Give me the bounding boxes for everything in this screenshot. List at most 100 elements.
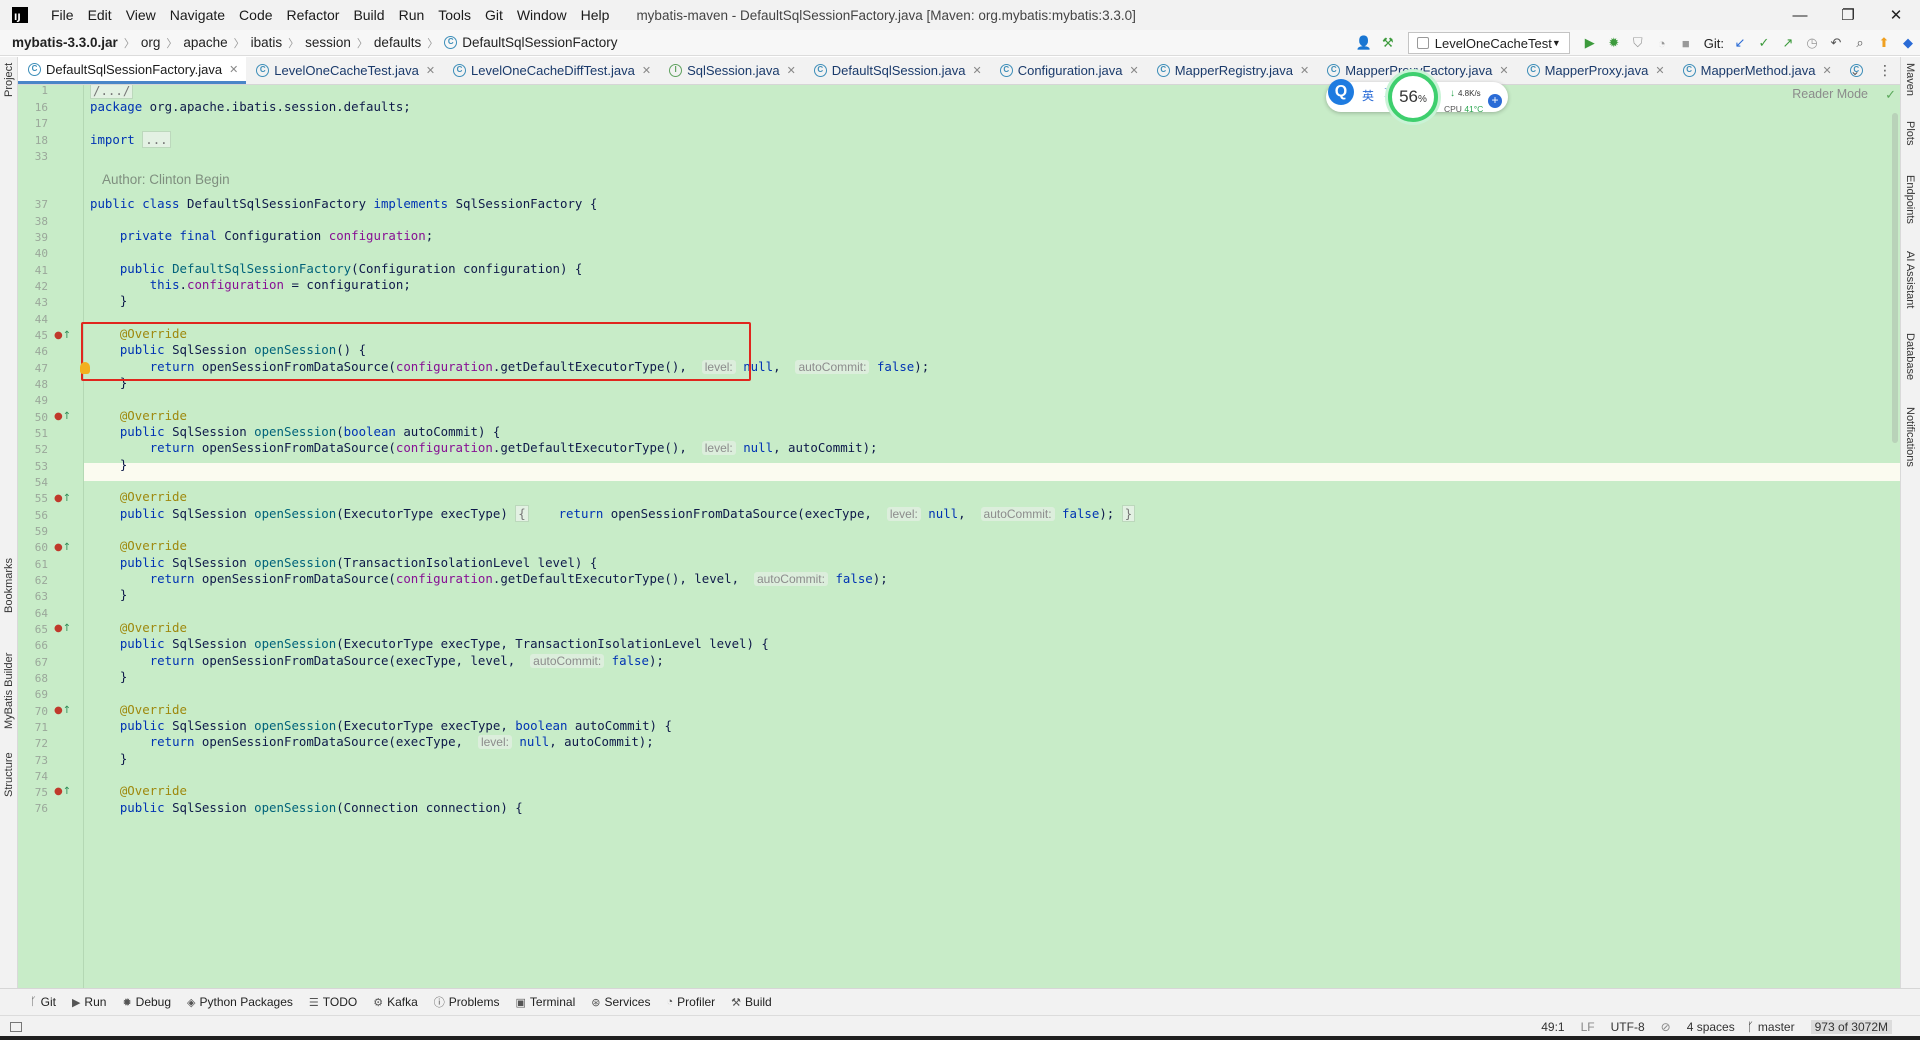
code-editor[interactable]: 1 16 17 18 33 37 38 39 40 41 42 43 44 45… (18, 85, 1900, 988)
run-icon[interactable]: ▶ (1578, 31, 1602, 55)
toolwindow-terminal[interactable]: ▣ Terminal (515, 995, 575, 1009)
profile-icon[interactable]: ◔ (1650, 31, 1674, 55)
debug-icon[interactable]: ✹ (1602, 31, 1626, 55)
hammer-build-icon[interactable]: ⚒ (1376, 31, 1400, 55)
user-icon[interactable]: 👤 (1352, 31, 1376, 55)
mybatis-builder-tool-button[interactable]: MyBatis Builder (3, 653, 15, 729)
git-commit-icon[interactable]: ✓ (1752, 31, 1776, 55)
breadcrumb-class[interactable]: DefaultSqlSessionFactory (462, 35, 617, 50)
search-icon[interactable]: ⌕ (1848, 31, 1872, 55)
close-icon[interactable]: ✕ (1130, 64, 1139, 77)
menu-view[interactable]: View (119, 0, 163, 30)
breadcrumb-defaults[interactable]: defaults (374, 35, 421, 50)
ime-language-label[interactable]: 英 (1362, 87, 1374, 104)
menu-build[interactable]: Build (346, 0, 391, 30)
override-marker-icon[interactable]: ●↑ (54, 493, 71, 504)
intention-bulb-icon[interactable] (80, 362, 90, 374)
indent-setting[interactable]: 4 spaces (1687, 1020, 1735, 1034)
memory-gauge[interactable]: 56% (1388, 72, 1438, 122)
close-icon[interactable]: ✕ (1655, 64, 1664, 77)
tab-leveloncachetest[interactable]: C LevelOneCacheTest.java ✕ (246, 57, 443, 84)
tab-mapperregistry[interactable]: C MapperRegistry.java ✕ (1147, 57, 1317, 84)
menu-help[interactable]: Help (574, 0, 617, 30)
menu-window[interactable]: Window (510, 0, 574, 30)
minimize-button[interactable]: — (1776, 0, 1824, 30)
breadcrumb-session[interactable]: session (305, 35, 351, 50)
toolwindow-kafka[interactable]: ⚙ Kafka (373, 995, 418, 1009)
git-push-icon[interactable]: ↗ (1776, 31, 1800, 55)
toolwindow-python-packages[interactable]: ◈ Python Packages (187, 995, 293, 1009)
history-icon[interactable]: ◷ (1800, 31, 1824, 55)
toolwindow-problems[interactable]: ⓘ Problems (434, 994, 500, 1010)
chevron-down-icon[interactable]: ⌄ (1850, 57, 1860, 84)
override-marker-icon[interactable]: ●↑ (54, 705, 71, 716)
menu-run[interactable]: Run (392, 0, 432, 30)
plugin-icon[interactable]: ◆ (1896, 31, 1920, 55)
toolwindow-services[interactable]: ⊛ Services (591, 995, 650, 1009)
tab-defaultsqlsession[interactable]: C DefaultSqlSession.java ✕ (804, 57, 990, 84)
git-branch[interactable]: master (1758, 1020, 1795, 1034)
plots-tool-button[interactable]: Plots (1904, 121, 1916, 145)
toolwindow-git[interactable]: ᚴ Git (30, 995, 56, 1009)
plus-icon[interactable]: + (1488, 94, 1502, 108)
menu-git[interactable]: Git (478, 0, 510, 30)
close-icon[interactable]: ✕ (1300, 64, 1309, 77)
code-area[interactable]: /.../ package org.apache.ibatis.session.… (90, 85, 1860, 988)
tab-defaultsqlsessionfactory[interactable]: C DefaultSqlSessionFactory.java ✕ (18, 57, 247, 84)
stop-icon[interactable]: ■ (1674, 31, 1698, 55)
breadcrumb-apache[interactable]: apache (183, 35, 227, 50)
tab-levelonecachedifftest[interactable]: C LevelOneCacheDiffTest.java ✕ (443, 57, 659, 84)
menu-edit[interactable]: Edit (81, 0, 119, 30)
layout-icon[interactable] (10, 1022, 22, 1032)
maven-tool-button[interactable]: Maven (1904, 63, 1916, 96)
tab-mappermethod[interactable]: C MapperMethod.java ✕ (1673, 57, 1840, 84)
coverage-icon[interactable]: ⛉ (1626, 31, 1650, 55)
close-icon[interactable]: ✕ (1823, 64, 1832, 77)
tab-mapperproxy[interactable]: C MapperProxy.java ✕ (1517, 57, 1673, 84)
toolwindow-profiler[interactable]: ◔ Profiler (666, 995, 715, 1009)
memory-indicator[interactable]: 973 of 3072M (1810, 1020, 1892, 1034)
override-marker-icon[interactable]: ●↑ (54, 411, 71, 422)
line-separator[interactable]: LF (1581, 1020, 1595, 1034)
structure-tool-button[interactable]: Structure (3, 752, 15, 797)
notifications-tool-button[interactable]: Notifications (1904, 407, 1916, 467)
caret-position[interactable]: 49:1 (1541, 1020, 1564, 1034)
tab-configuration[interactable]: C Configuration.java ✕ (990, 57, 1147, 84)
close-icon[interactable]: ✕ (642, 64, 651, 77)
menu-refactor[interactable]: Refactor (280, 0, 347, 30)
ai-assistant-tool-button[interactable]: AI Assistant (1904, 251, 1916, 308)
close-icon[interactable]: ✕ (426, 64, 435, 77)
update-icon[interactable]: ⬆ (1872, 31, 1896, 55)
toolwindow-debug[interactable]: ✹ Debug (122, 995, 171, 1009)
inspection-ok-icon[interactable]: ✓ (1885, 87, 1896, 103)
override-marker-icon[interactable]: ●↑ (54, 623, 71, 634)
run-config-selector[interactable]: LevelOneCacheTest ▼ (1407, 32, 1570, 54)
file-encoding[interactable]: UTF-8 (1611, 1020, 1645, 1034)
close-button[interactable]: ✕ (1872, 0, 1920, 30)
menu-tools[interactable]: Tools (431, 0, 478, 30)
breadcrumb-jar[interactable]: mybatis-3.3.0.jar (12, 35, 118, 50)
menu-file[interactable]: File (44, 0, 81, 30)
vertical-scrollbar[interactable] (1892, 113, 1898, 443)
maximize-button[interactable]: ❐ (1824, 0, 1872, 30)
breadcrumb-org[interactable]: org (141, 35, 161, 50)
toolwindow-todo[interactable]: ☰ TODO (309, 995, 357, 1009)
bookmarks-tool-button[interactable]: Bookmarks (3, 558, 15, 613)
close-icon[interactable]: ✕ (229, 63, 238, 76)
override-marker-icon[interactable]: ●↑ (54, 330, 71, 341)
menu-navigate[interactable]: Navigate (163, 0, 232, 30)
override-marker-icon[interactable]: ●↑ (54, 542, 71, 553)
tab-sqlsession[interactable]: I SqlSession.java ✕ (659, 57, 804, 84)
override-marker-icon[interactable]: ●↑ (54, 786, 71, 797)
toolwindow-build[interactable]: ⚒ Build (731, 995, 772, 1009)
close-icon[interactable]: ✕ (787, 64, 796, 77)
close-icon[interactable]: ✕ (972, 64, 981, 77)
menu-code[interactable]: Code (232, 0, 279, 30)
search-icon[interactable]: Q (1328, 79, 1354, 105)
database-tool-button[interactable]: Database (1904, 333, 1916, 380)
project-tool-button[interactable]: Project (3, 63, 15, 97)
reader-mode-toggle[interactable]: Reader Mode (1792, 87, 1868, 101)
more-vertical-icon[interactable]: ⋮ (1878, 57, 1892, 84)
endpoints-tool-button[interactable]: Endpoints (1904, 175, 1916, 224)
breadcrumb-ibatis[interactable]: ibatis (251, 35, 283, 50)
